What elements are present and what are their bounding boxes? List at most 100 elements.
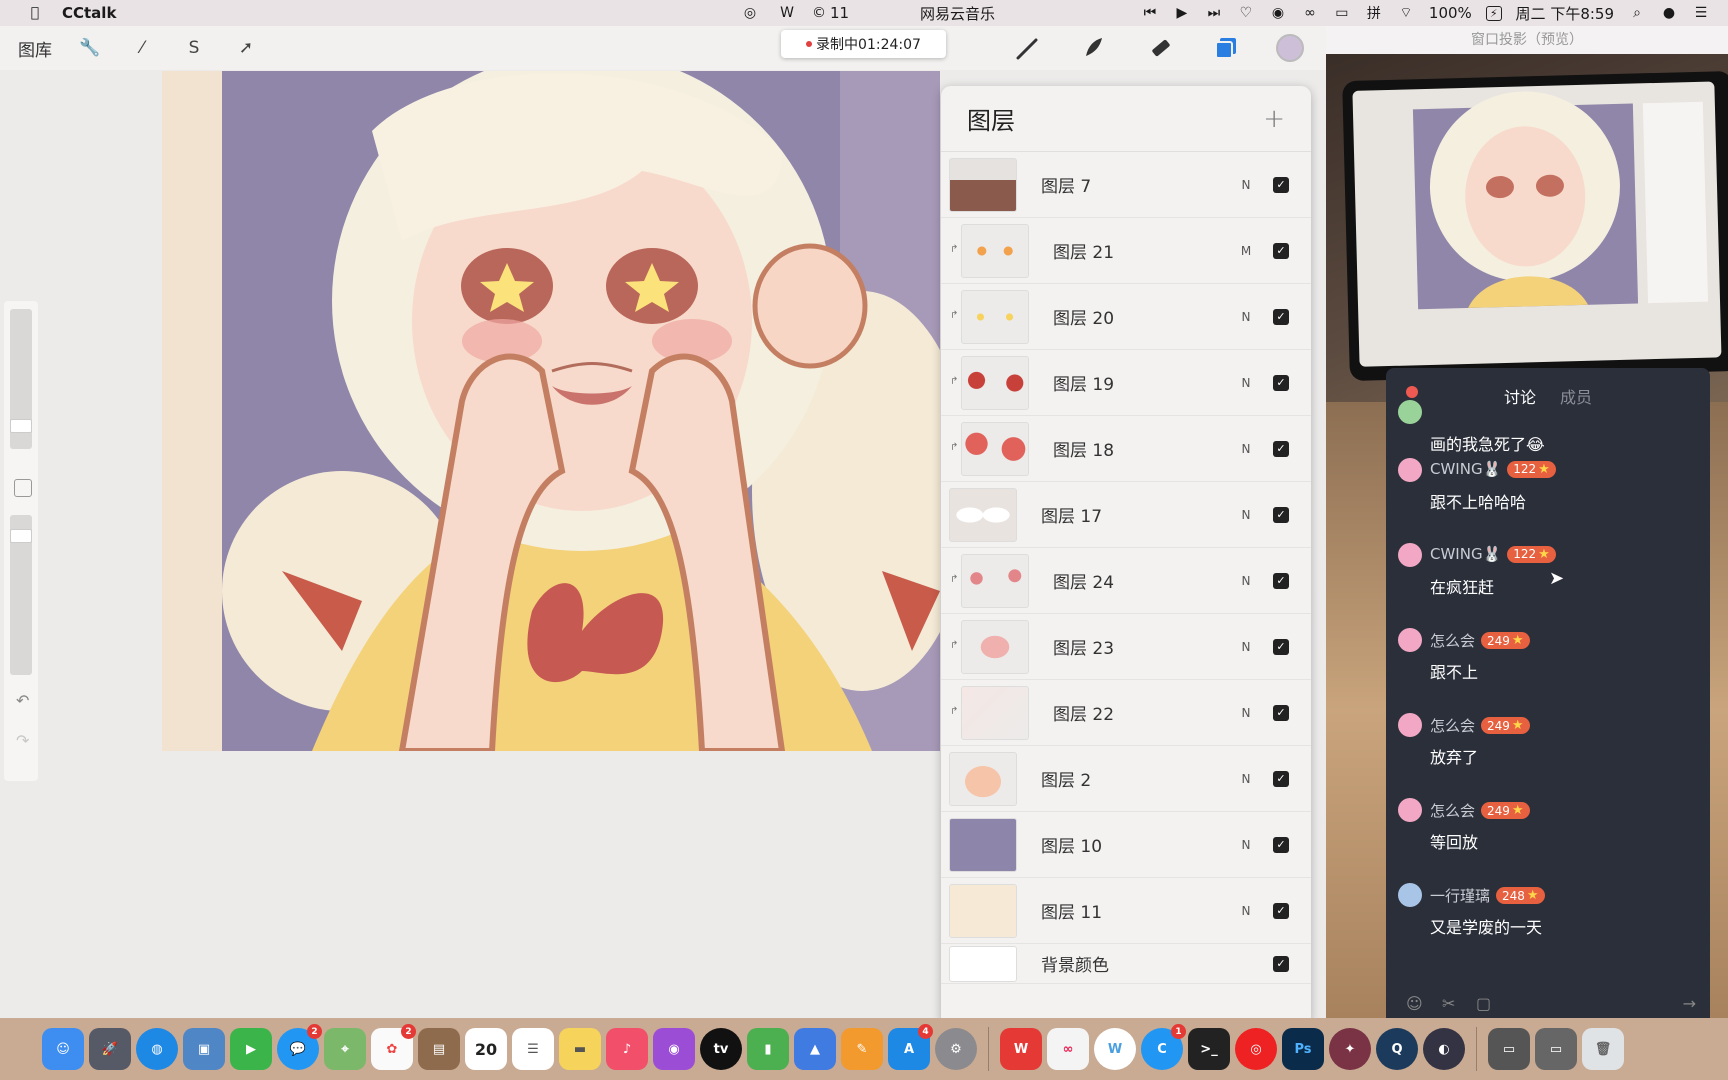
launchpad-icon[interactable]: 🚀 <box>89 1028 131 1070</box>
layer-row[interactable]: 图层 11 N ✓ <box>941 878 1311 944</box>
blend-mode-label[interactable]: N <box>1231 706 1261 720</box>
color-picker-swatch[interactable] <box>1276 34 1304 62</box>
wps-office-icon[interactable]: W <box>1000 1028 1042 1070</box>
layer-thumbnail[interactable] <box>961 223 1029 278</box>
next-track-icon[interactable]: ⏭ <box>1205 5 1223 21</box>
blend-mode-label[interactable]: N <box>1231 838 1261 852</box>
creative-cloud-dock-icon[interactable]: ∞ <box>1047 1028 1089 1070</box>
layers-icon[interactable] <box>1210 32 1242 64</box>
user-avatar[interactable] <box>1398 798 1422 822</box>
modify-button[interactable] <box>14 479 32 497</box>
layer-name[interactable]: 图层 21 <box>1029 238 1231 263</box>
chat-username[interactable]: 怎么会 249 ★ <box>1430 630 1530 651</box>
send-arrow-icon[interactable]: → <box>1683 994 1696 1013</box>
layer-thumbnail[interactable] <box>961 619 1029 674</box>
layer-visibility-checkbox[interactable]: ✓ <box>1273 506 1289 523</box>
numbers-icon[interactable]: ▮ <box>747 1028 789 1070</box>
layer-visibility-checkbox[interactable]: ✓ <box>1273 176 1289 193</box>
layer-row[interactable]: 图层 2 N ✓ <box>941 746 1311 812</box>
layer-name[interactable]: 图层 7 <box>1017 172 1231 197</box>
notes-icon[interactable]: ▬ <box>559 1028 601 1070</box>
system-preferences-icon[interactable]: ⚙ <box>935 1028 977 1070</box>
obs-icon[interactable]: ◐ <box>1423 1028 1465 1070</box>
layer-thumbnail[interactable] <box>961 355 1029 410</box>
chat-username[interactable]: 一行瑾璃 248 ★ <box>1430 885 1545 906</box>
blend-mode-label[interactable]: N <box>1231 442 1261 456</box>
layer-thumbnail[interactable] <box>949 883 1017 938</box>
selection-icon[interactable]: S <box>180 34 208 62</box>
user-avatar[interactable] <box>1398 883 1422 907</box>
layer-thumbnail[interactable] <box>949 751 1017 806</box>
chat-username[interactable]: 怎么会 249 ★ <box>1430 715 1530 736</box>
blend-mode-label[interactable]: N <box>1231 772 1261 786</box>
wifi-icon[interactable]: ⌔ <box>1397 5 1415 21</box>
undo-icon[interactable]: ↶ <box>16 691 29 710</box>
recent-window-2-icon[interactable]: ▭ <box>1535 1028 1577 1070</box>
layer-name[interactable]: 图层 19 <box>1029 370 1231 395</box>
blend-mode-label[interactable]: N <box>1231 376 1261 390</box>
layer-name[interactable]: 图层 23 <box>1029 634 1231 659</box>
chat-username[interactable]: CWING🐰 122 ★ <box>1430 460 1556 478</box>
photoshop-icon[interactable]: Ps <box>1282 1028 1324 1070</box>
add-layer-button[interactable]: + <box>1263 104 1285 134</box>
siri-icon[interactable]: ● <box>1660 5 1678 21</box>
pages-icon[interactable]: ✎ <box>841 1028 883 1070</box>
layer-visibility-checkbox[interactable]: ✓ <box>1273 374 1289 391</box>
spotlight-search-icon[interactable]: ⌕ <box>1628 5 1646 21</box>
blend-mode-label[interactable]: N <box>1231 310 1261 324</box>
layer-row[interactable]: ↱ 图层 22 N ✓ <box>941 680 1311 746</box>
clock[interactable]: 周二 下午8:59 <box>1516 3 1614 24</box>
smudge-icon[interactable] <box>1078 32 1110 64</box>
layer-row[interactable]: ↱ 图层 18 N ✓ <box>941 416 1311 482</box>
cctalk-icon[interactable]: C1 <box>1141 1024 1186 1070</box>
apple-tv-icon[interactable]: tv <box>700 1028 742 1070</box>
layer-visibility-checkbox[interactable]: ✓ <box>1273 955 1289 972</box>
blend-mode-label[interactable]: N <box>1231 574 1261 588</box>
blend-mode-label[interactable]: N <box>1231 178 1261 192</box>
layer-thumbnail[interactable] <box>961 421 1029 476</box>
blend-mode-label[interactable]: N <box>1231 640 1261 654</box>
input-method-icon[interactable]: 拼 <box>1365 5 1383 22</box>
layer-visibility-checkbox[interactable]: ✓ <box>1273 704 1289 721</box>
user-avatar[interactable] <box>1398 400 1422 424</box>
scissors-icon[interactable]: ✂ <box>1442 994 1455 1013</box>
chat-username[interactable]: 怎么会 249 ★ <box>1430 800 1530 821</box>
redo-icon[interactable]: ↷ <box>16 731 29 750</box>
screen-mirror-icon[interactable]: ▭ <box>1333 5 1351 21</box>
previous-track-icon[interactable]: ⏮ <box>1141 5 1159 21</box>
user-avatar[interactable] <box>1398 713 1422 737</box>
opacity-knob[interactable] <box>10 529 32 543</box>
layer-visibility-checkbox[interactable]: ✓ <box>1273 308 1289 325</box>
wps-app-icon[interactable]: W <box>1094 1028 1136 1070</box>
photos-icon[interactable]: ✿ 2 <box>371 1024 416 1070</box>
blend-mode-label[interactable]: M <box>1231 244 1261 258</box>
layer-visibility-checkbox[interactable]: ✓ <box>1273 902 1289 919</box>
layer-name[interactable]: 图层 10 <box>1017 832 1231 857</box>
layer-visibility-checkbox[interactable]: ✓ <box>1273 770 1289 787</box>
layer-name[interactable]: 图层 18 <box>1029 436 1231 461</box>
blend-mode-label[interactable]: N <box>1231 508 1261 522</box>
recent-window-icon[interactable]: ▭ <box>1488 1028 1530 1070</box>
layer-name[interactable]: 图层 24 <box>1029 568 1231 593</box>
preview-icon[interactable]: ▣ <box>183 1028 225 1070</box>
quicktime-icon[interactable]: Q <box>1376 1028 1418 1070</box>
layer-row[interactable]: ↱ 图层 23 N ✓ <box>941 614 1311 680</box>
w-app-icon[interactable]: W <box>778 5 796 21</box>
layer-row[interactable]: 图层 7 N ✓ <box>941 152 1311 218</box>
safari-icon[interactable]: ◍ <box>136 1028 178 1070</box>
layer-visibility-checkbox[interactable]: ✓ <box>1273 440 1289 457</box>
layer-thumbnail[interactable] <box>949 157 1017 212</box>
user-avatar[interactable] <box>1398 458 1422 482</box>
layer-visibility-checkbox[interactable]: ✓ <box>1273 836 1289 853</box>
layer-row[interactable]: ↱ 图层 21 M ✓ <box>941 218 1311 284</box>
terminal-icon[interactable]: >_ <box>1188 1028 1230 1070</box>
creative-cloud-icon[interactable]: ∞ <box>1301 5 1319 21</box>
drawing-canvas[interactable] <box>162 71 940 751</box>
battery-icon[interactable]: ⚡ <box>1485 5 1502 21</box>
user-avatar[interactable] <box>1398 628 1422 652</box>
play-icon[interactable]: ▶ <box>1173 5 1191 21</box>
actions-wrench-icon[interactable]: 🔧 <box>76 34 104 62</box>
layer-thumbnail[interactable] <box>949 817 1017 872</box>
music-icon[interactable]: ♪ <box>606 1028 648 1070</box>
user-avatar[interactable] <box>1398 543 1422 567</box>
